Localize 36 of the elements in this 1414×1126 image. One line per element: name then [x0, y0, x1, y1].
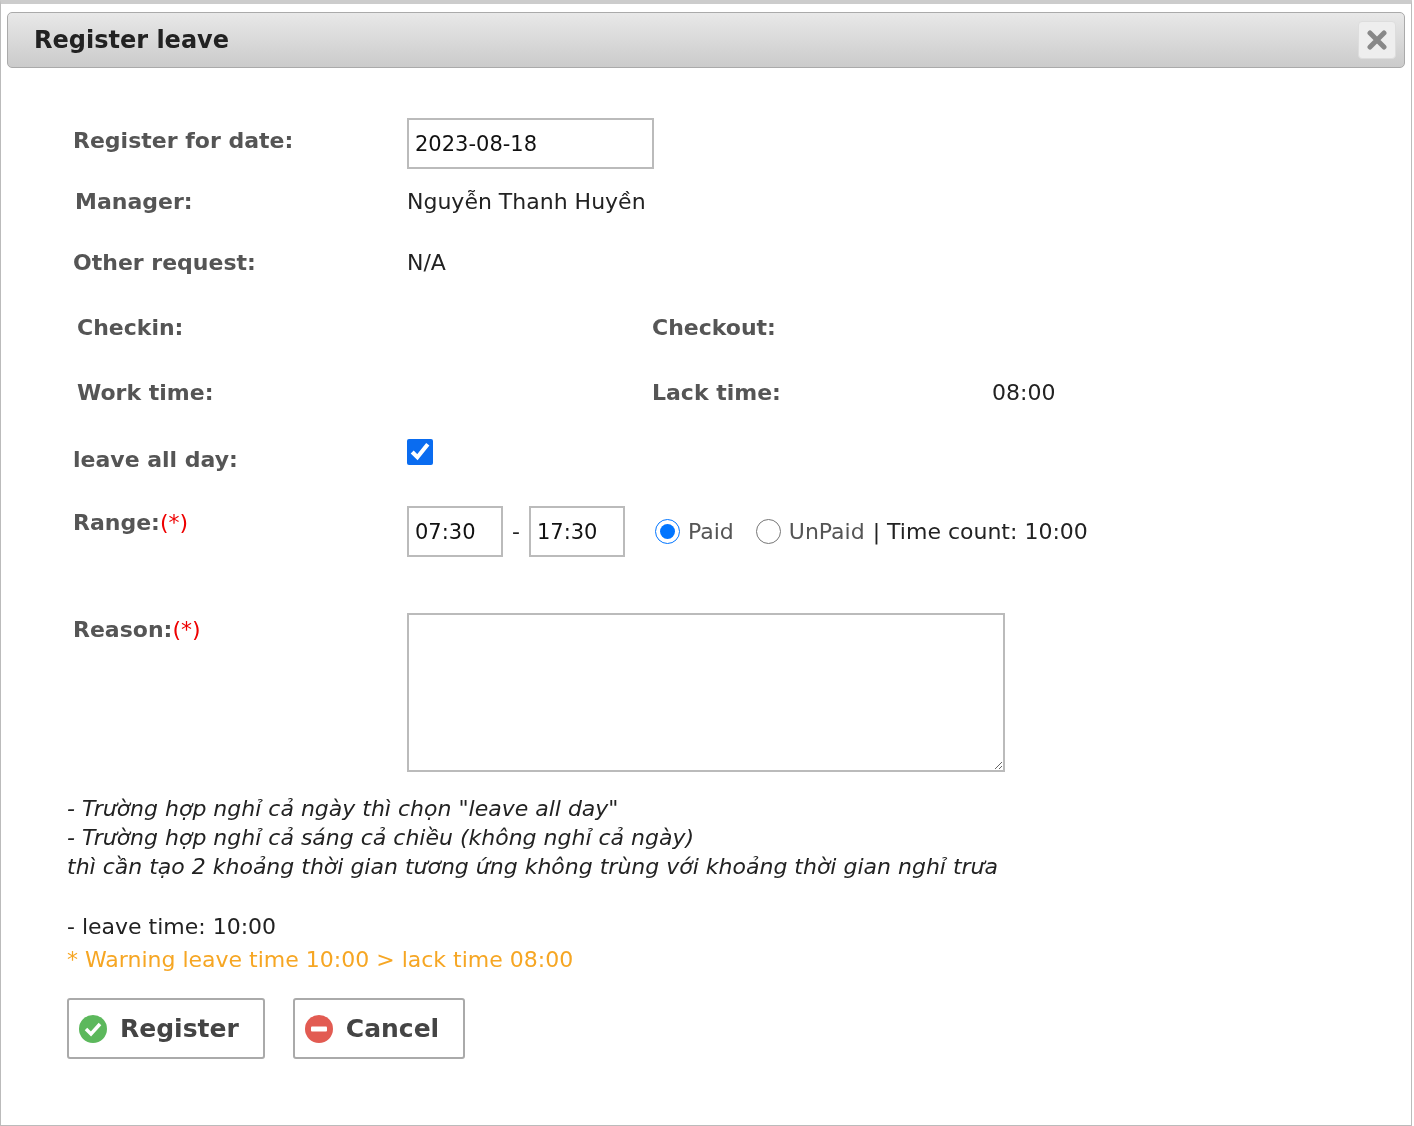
radio-label[interactable]: Paid: [687, 515, 734, 548]
time-count-text: | Time count: 10:00: [872, 518, 1088, 547]
field-label: Work time:: [76, 379, 215, 407]
field-label: Checkout:: [652, 314, 777, 342]
field-label: Register for date:: [72, 127, 295, 155]
close-button[interactable]: [1358, 21, 1396, 59]
radio-label[interactable]: UnPaid: [788, 515, 865, 548]
separator-text: -: [512, 518, 520, 546]
note-text: - Trường hợp nghỉ cả ngày thì chọn "leave all day": [67, 795, 620, 823]
radio-button[interactable]: [755, 519, 781, 544]
field-label: Manager:: [74, 188, 194, 216]
reason-field[interactable]: [407, 613, 1005, 772]
minus-icon: [303, 1013, 334, 1044]
close-icon: [1367, 30, 1387, 50]
field-label: Range:(*): [72, 509, 190, 537]
field-label: leave all day:: [72, 446, 239, 474]
note-text: - Trường hợp nghỉ cả sáng cả chiều (không nghỉ cả ngày): [67, 824, 696, 852]
field-label: Lack time:: [652, 379, 782, 407]
leave-all-day-checkbox[interactable]: [407, 439, 433, 465]
check-icon: [78, 1013, 108, 1044]
leave-time-text: - leave time: 10:00: [67, 913, 278, 941]
cancel-button[interactable]: Cancel: [292, 998, 466, 1059]
radio-button[interactable]: [654, 519, 680, 544]
time-field[interactable]: 07:30: [407, 506, 503, 557]
field-value: N/A: [407, 249, 446, 277]
dialog-title: Register leave: [34, 25, 229, 56]
note-text: thì cần tạo 2 khoảng thời gian tương ứng không trùng với khoảng thời gian nghỉ trưa: [67, 853, 1000, 881]
manager-name: Nguyễn Thanh Huyền: [407, 188, 646, 216]
field-label: Other request:: [72, 249, 257, 277]
time-field[interactable]: 17:30: [528, 506, 625, 557]
field-label: Checkin:: [76, 314, 185, 342]
warning-text: * Warning leave time 10:00 > lack time 08:00: [67, 946, 575, 974]
date-field[interactable]: 2023-08-18: [407, 118, 654, 169]
field-value: 08:00: [992, 379, 1056, 407]
field-label: Reason:(*): [72, 616, 202, 644]
register-button[interactable]: Register: [67, 998, 265, 1059]
